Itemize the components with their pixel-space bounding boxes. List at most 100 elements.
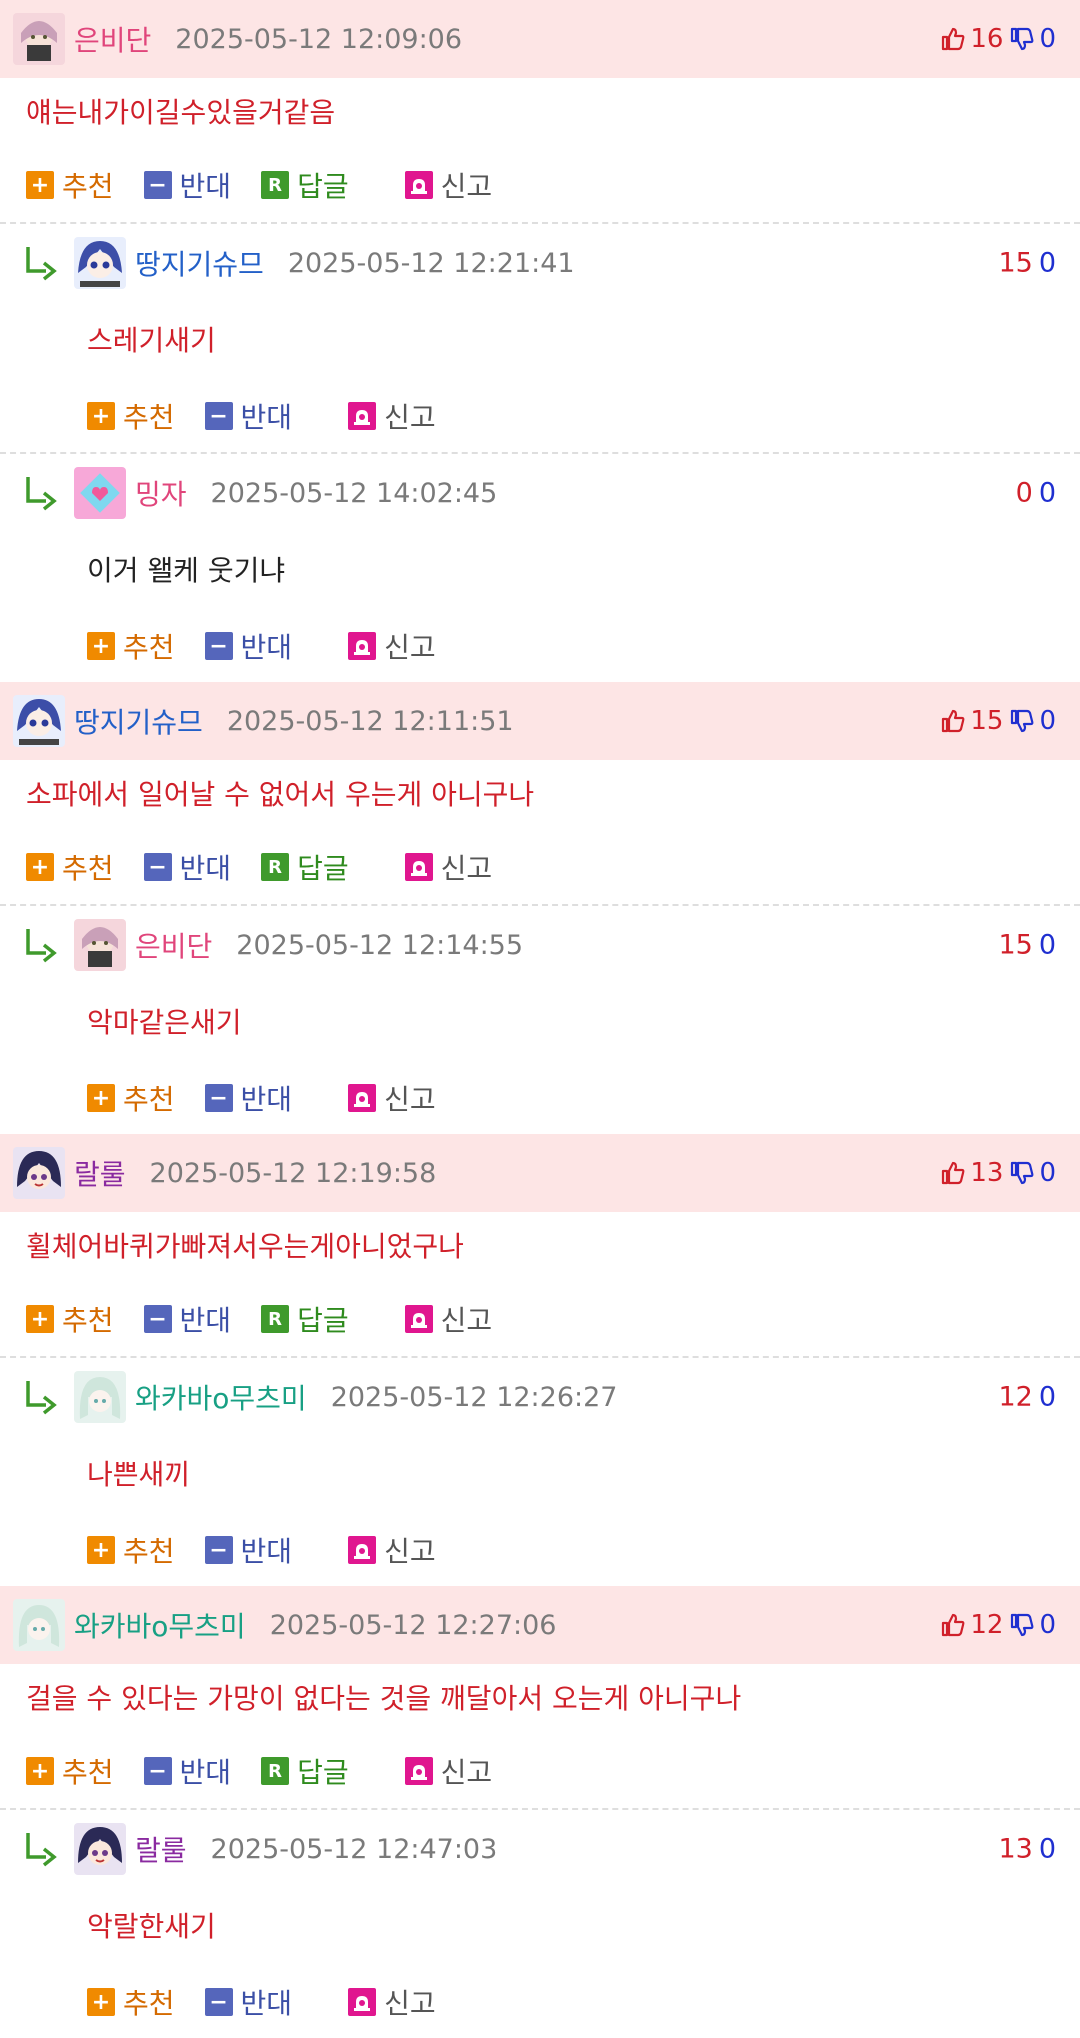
- reply: 땅지기슈므 2025-05-12 12:21:41 15 0 스레기새기 + 추천 …: [0, 224, 1080, 452]
- reply-actions: + 추천 − 반대 신고: [0, 1514, 1080, 1586]
- downvote-count: 0: [1038, 247, 1056, 279]
- thumbs-up-icon[interactable]: [940, 26, 966, 52]
- avatar[interactable]: [13, 13, 65, 65]
- avatar[interactable]: [13, 695, 65, 747]
- upvote-count: 13: [970, 1158, 1004, 1188]
- avatar[interactable]: [74, 1371, 126, 1423]
- recommend-button[interactable]: + 추천: [26, 1299, 114, 1339]
- recommend-button[interactable]: + 추천: [26, 165, 114, 205]
- recommend-button[interactable]: + 추천: [87, 396, 175, 436]
- oppose-button[interactable]: − 반대: [204, 1078, 292, 1118]
- upvote-count: 0: [1015, 477, 1033, 509]
- action-label: 신고: [384, 1083, 436, 1116]
- recommend-button[interactable]: + 추천: [87, 1530, 175, 1570]
- action-label: 신고: [384, 1987, 436, 2020]
- plus-icon: +: [26, 1305, 54, 1333]
- upvote-count: 12: [998, 1381, 1033, 1413]
- oppose-button[interactable]: − 반대: [204, 1530, 293, 1570]
- thumbs-down-icon[interactable]: [1009, 26, 1035, 52]
- action-label: 신고: [440, 170, 493, 203]
- thumbs-up-icon[interactable]: [940, 1160, 966, 1186]
- action-label: 반대: [240, 1535, 293, 1568]
- reply: 와카바o무츠미 2025-05-12 12:26:27 12 0 나쁜새끼 + 추천…: [0, 1358, 1080, 1586]
- reply: 은비단 2025-05-12 12:14:55 15 0 악마같은새기 + 추천 −…: [0, 906, 1080, 1134]
- recommend-button[interactable]: + 추천: [87, 1078, 175, 1118]
- comment: 와카바o무츠미 2025-05-12 12:27:06 12 0 걸을 수 있다는…: [0, 1586, 1080, 2038]
- nickname[interactable]: 랄룰: [135, 1829, 187, 1869]
- reply-button[interactable]: R 답글: [261, 847, 349, 887]
- action-label: 반대: [179, 1304, 232, 1337]
- nickname[interactable]: 와카바o무츠미: [135, 1377, 307, 1417]
- siren-icon: [348, 1536, 377, 1564]
- avatar[interactable]: [74, 919, 126, 971]
- downvote-count: 0: [1039, 24, 1056, 54]
- oppose-button[interactable]: − 반대: [204, 1982, 292, 2022]
- vote-counts: 15 0: [998, 248, 1056, 279]
- oppose-button[interactable]: − 반대: [204, 396, 292, 436]
- nickname[interactable]: 은비단: [74, 19, 151, 59]
- thumbs-down-icon[interactable]: [1009, 708, 1035, 734]
- nickname[interactable]: 땅지기슈므: [135, 243, 264, 283]
- report-button[interactable]: 신고: [404, 165, 493, 205]
- comment-list: 은비단 2025-05-12 12:09:06 16 0 얘는내가이길수있을거같음…: [0, 0, 1080, 2038]
- report-button[interactable]: 신고: [404, 1299, 492, 1339]
- recommend-button[interactable]: + 추천: [26, 847, 114, 887]
- thumbs-up-icon[interactable]: [940, 708, 966, 734]
- avatar[interactable]: [74, 237, 126, 289]
- recommend-button[interactable]: + 추천: [87, 1982, 175, 2022]
- reply-arrow-icon: [26, 1381, 57, 1415]
- thumbs-down-icon[interactable]: [1009, 1612, 1035, 1638]
- avatar[interactable]: [74, 1823, 126, 1875]
- nickname[interactable]: 은비단: [135, 925, 212, 965]
- reply-text: 악마같은새기: [87, 1006, 242, 1039]
- nickname[interactable]: 와카바o무츠미: [74, 1605, 246, 1645]
- recommend-button[interactable]: + 추천: [87, 626, 175, 666]
- vote-counts: 15 0: [998, 930, 1056, 961]
- downvote-count: 0: [1038, 1381, 1056, 1413]
- oppose-button[interactable]: − 반대: [143, 847, 231, 887]
- report-button[interactable]: 신고: [404, 1751, 492, 1791]
- report-button[interactable]: 신고: [404, 847, 492, 887]
- thumbs-up-icon[interactable]: [940, 1612, 966, 1638]
- report-button[interactable]: 신고: [348, 1078, 436, 1118]
- oppose-button[interactable]: − 반대: [204, 626, 292, 666]
- report-button[interactable]: 신고: [348, 1530, 436, 1570]
- reply: 밍자 2025-05-12 14:02:45 00 이거 왤케 웃기냐 + 추천 …: [0, 454, 1080, 682]
- reply-actions: + 추천 − 반대 신고: [0, 610, 1080, 682]
- comment-actions: + 추천 − 반대 R 답글 신고: [0, 1282, 1080, 1356]
- reply-text: 스레기새기: [87, 324, 216, 357]
- thumbs-down-icon[interactable]: [1009, 1160, 1035, 1186]
- nickname[interactable]: 땅지기슈므: [74, 701, 203, 741]
- nickname[interactable]: 랄룰: [74, 1153, 126, 1193]
- report-button[interactable]: 신고: [348, 626, 436, 666]
- avatar[interactable]: [74, 467, 126, 519]
- report-button[interactable]: 신고: [348, 396, 436, 436]
- comment: 랄룰 2025-05-12 12:19:58 13 0 휠체어바퀴가빠져서우는게아…: [0, 1134, 1080, 1586]
- comment-actions: + 추천 − 반대 R 답글 신고: [0, 1734, 1080, 1808]
- report-button[interactable]: 신고: [348, 1982, 436, 2022]
- nickname[interactable]: 밍자: [135, 473, 187, 513]
- avatar[interactable]: [13, 1599, 65, 1651]
- reply-button[interactable]: R 답글: [261, 1751, 349, 1791]
- recommend-button[interactable]: + 추천: [26, 1751, 114, 1791]
- reply-header: 밍자 2025-05-12 14:02:45 00: [0, 454, 1080, 532]
- minus-icon: −: [204, 632, 233, 660]
- minus-icon: −: [204, 1536, 233, 1564]
- plus-icon: +: [26, 171, 54, 199]
- timestamp: 2025-05-12 12:21:41: [287, 247, 575, 279]
- siren-icon: [404, 853, 433, 881]
- minus-icon: −: [204, 1988, 233, 2016]
- oppose-button[interactable]: − 반대: [143, 1751, 231, 1791]
- siren-icon: [404, 171, 433, 199]
- reply-button[interactable]: R 답글: [261, 1299, 349, 1339]
- comment-text: 얘는내가이길수있을거같음: [26, 96, 336, 129]
- action-label: 추천: [62, 170, 114, 203]
- oppose-button[interactable]: − 반대: [143, 1299, 232, 1339]
- avatar[interactable]: [13, 1147, 65, 1199]
- vote-counts: 12 0: [940, 1610, 1056, 1640]
- reply-button[interactable]: R 답글: [261, 165, 349, 205]
- reply-arrow-icon: [26, 477, 57, 511]
- action-label: 답글: [297, 1756, 349, 1789]
- comment-header: 랄룰 2025-05-12 12:19:58 13 0: [0, 1134, 1080, 1212]
- oppose-button[interactable]: − 반대: [143, 165, 231, 205]
